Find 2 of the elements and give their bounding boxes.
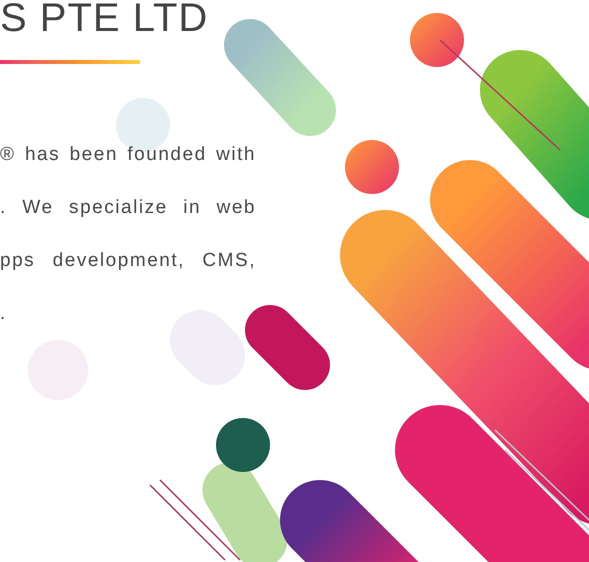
company-heading: S PTE LTD — [0, 0, 210, 42]
about-paragraph: ® has been founded with . We specialize in web pps development, CMS, . — [0, 143, 256, 326]
